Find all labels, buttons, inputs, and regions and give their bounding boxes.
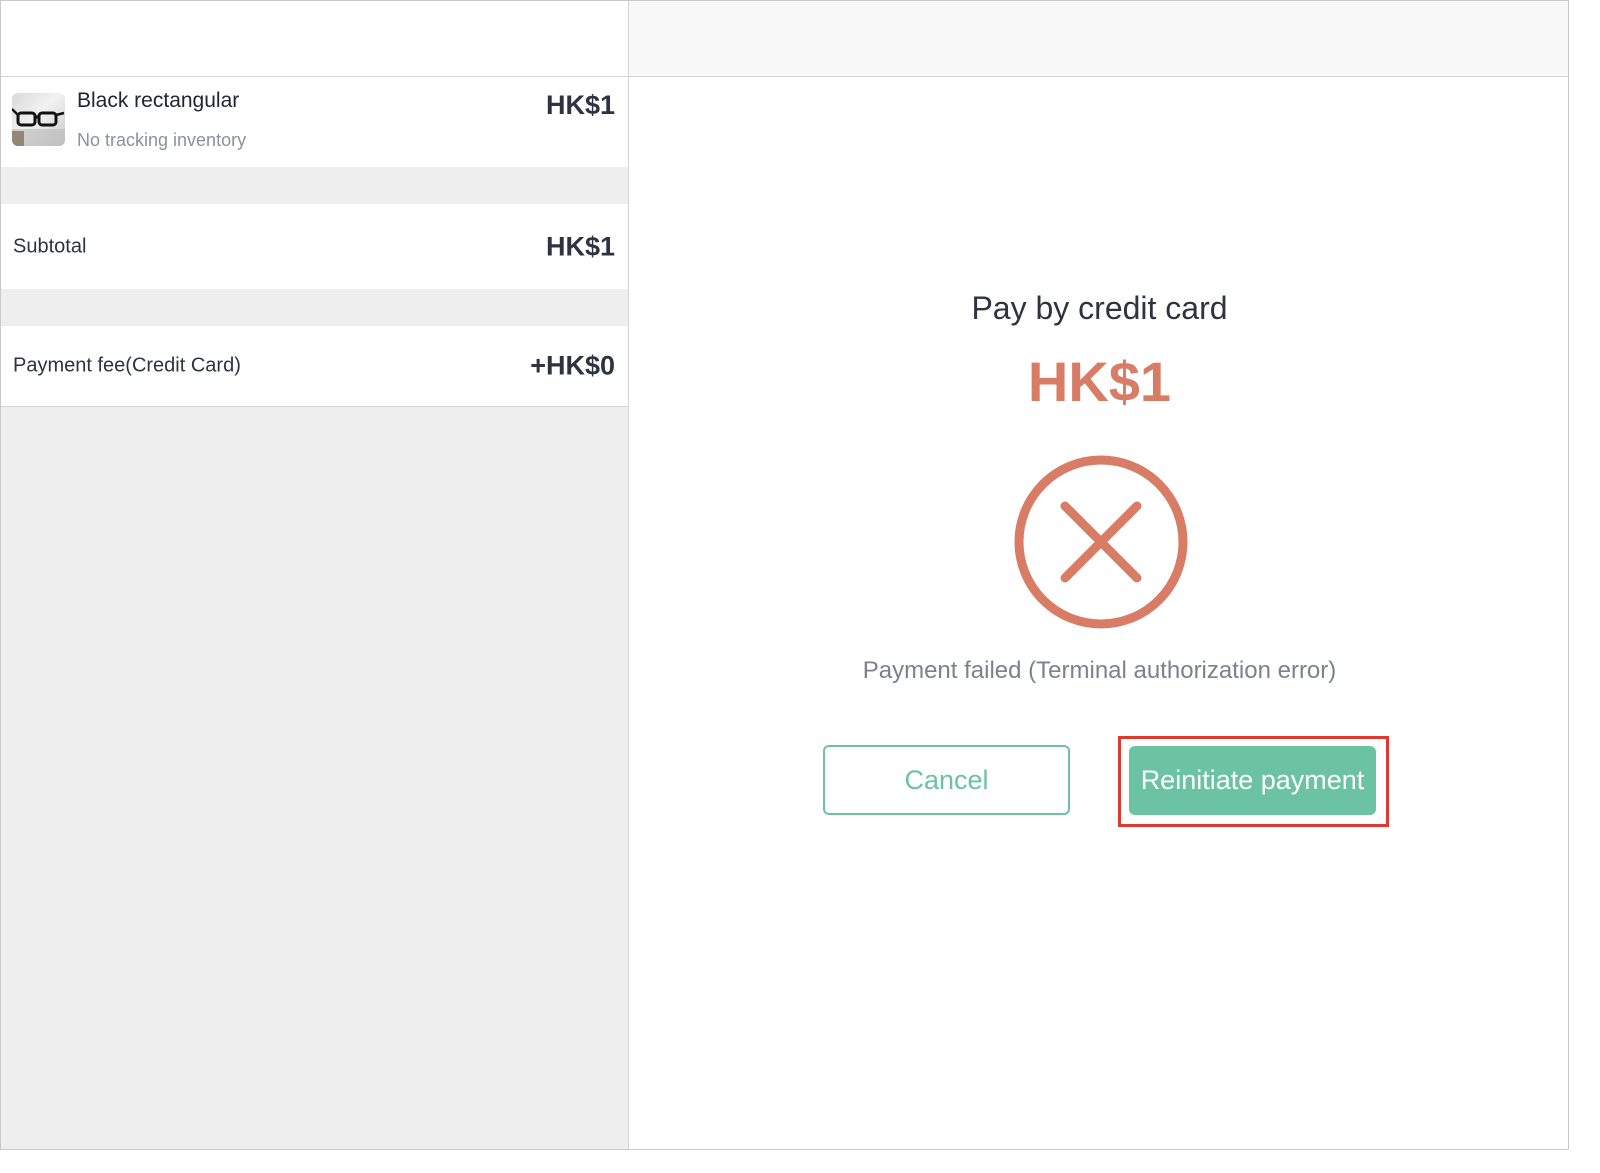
payment-header — [629, 1, 1568, 77]
app-window: Black rectangular No tracking inventory … — [0, 0, 1569, 1150]
item-subtitle: No tracking inventory — [77, 130, 247, 150]
payment-fee-value: +HK$0 — [530, 350, 615, 381]
order-summary-header — [1, 1, 628, 77]
payment-panel: Pay by credit card HK$1 Payment failed (… — [629, 1, 1568, 1149]
payment-amount: HK$1 — [1027, 350, 1172, 413]
subtotal-value: HK$1 — [545, 231, 615, 261]
subtotal-label: Subtotal — [13, 235, 87, 257]
item-price: HK$1 — [545, 90, 615, 120]
glasses-icon — [12, 108, 65, 146]
cancel-button[interactable]: Cancel — [823, 745, 1070, 815]
payment-fee-row: Payment fee(Credit Card) +HK$0 — [1, 326, 628, 407]
error-x-icon — [1014, 455, 1188, 629]
product-thumbnail — [12, 93, 65, 146]
payment-status-message: Payment failed (Terminal authorization e… — [862, 657, 1337, 684]
cart-item-row[interactable]: Black rectangular No tracking inventory … — [1, 77, 628, 167]
payment-title: Pay by credit card — [971, 290, 1228, 326]
subtotal-row: Subtotal HK$1 — [1, 204, 628, 289]
reinitiate-payment-button[interactable]: Reinitiate payment — [1129, 746, 1376, 815]
item-name: Black rectangular — [77, 89, 240, 112]
order-summary-panel: Black rectangular No tracking inventory … — [1, 1, 629, 1149]
payment-fee-label: Payment fee(Credit Card) — [13, 354, 241, 377]
